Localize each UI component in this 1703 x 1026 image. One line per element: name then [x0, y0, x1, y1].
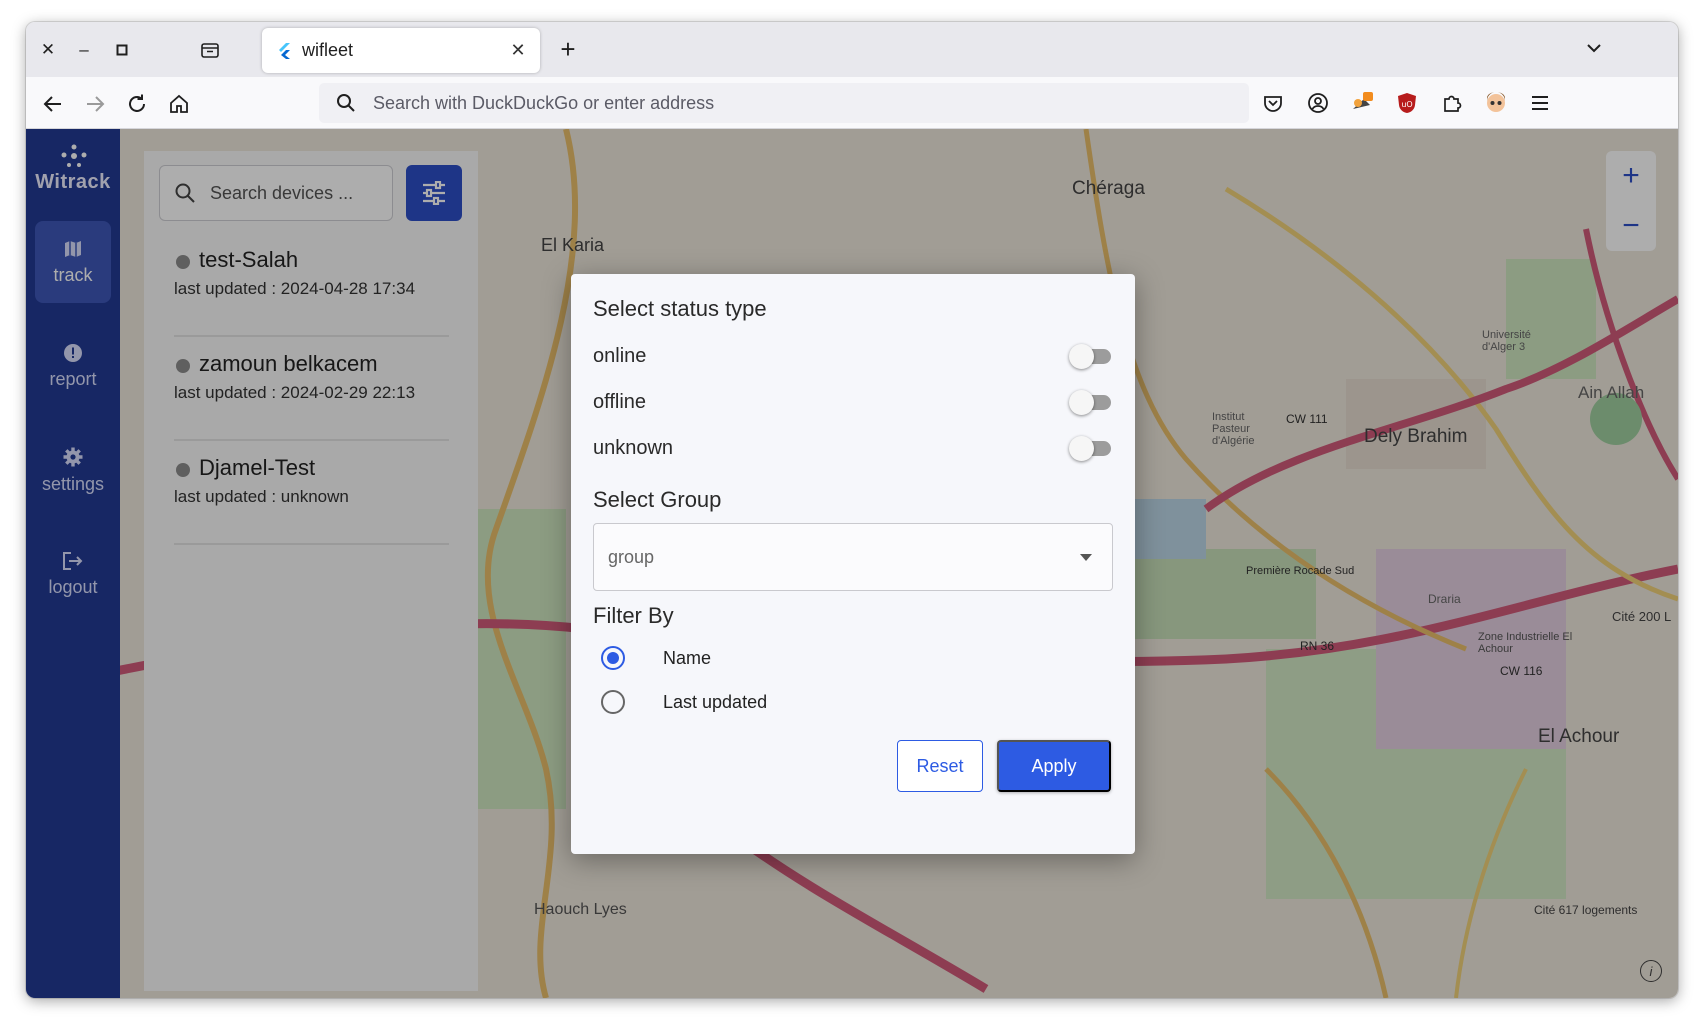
home-icon[interactable]	[164, 89, 194, 119]
filter-section-title: Filter By	[593, 603, 674, 628]
forward-icon[interactable]	[80, 89, 110, 119]
maximize-window-icon[interactable]	[110, 38, 134, 62]
browser-window: ✕ – wifleet ✕ + Search with DuckDuckGo o…	[26, 22, 1678, 998]
dialog-title: Select status type	[593, 296, 767, 321]
radio-label: Last updated	[663, 691, 768, 712]
close-window-icon[interactable]: ✕	[36, 38, 60, 62]
status-row-online: online	[593, 338, 1113, 374]
reset-button[interactable]: Reset	[897, 740, 983, 792]
status-label: unknown	[593, 436, 674, 459]
unknown-toggle[interactable]	[1069, 435, 1113, 461]
minimize-window-icon[interactable]: –	[72, 38, 96, 62]
new-tab-icon[interactable]: +	[554, 36, 582, 64]
extension-badge-icon[interactable]	[1348, 89, 1376, 117]
tab-wifleet[interactable]: wifleet ✕	[262, 28, 540, 73]
tab-title: wifleet	[302, 40, 354, 60]
tab-close-icon[interactable]: ✕	[506, 39, 530, 63]
group-select-value: group	[608, 546, 655, 567]
filter-dialog: Select status type online offline unknow…	[571, 274, 1135, 854]
tab-overview-icon[interactable]	[198, 38, 222, 62]
radio-name[interactable]	[601, 646, 625, 670]
address-bar[interactable]: Search with DuckDuckGo or enter address	[319, 83, 1249, 123]
radio-last-updated[interactable]	[601, 690, 625, 714]
account-icon[interactable]	[1304, 89, 1332, 117]
status-label: offline	[593, 390, 647, 413]
navigation-bar: Search with DuckDuckGo or enter address …	[26, 77, 1678, 129]
dropdown-arrow-icon	[1080, 553, 1092, 561]
status-label: online	[593, 344, 647, 367]
online-toggle[interactable]	[1069, 343, 1113, 369]
status-row-offline: offline	[593, 384, 1113, 420]
page-content: El Karia Chéraga Dely Brahim El Achour A…	[26, 129, 1678, 998]
apply-button[interactable]: Apply	[997, 740, 1111, 792]
filter-option-last-updated[interactable]: Last updated	[601, 690, 767, 714]
offline-toggle[interactable]	[1069, 389, 1113, 415]
group-section-title: Select Group	[593, 487, 722, 512]
list-all-tabs-icon[interactable]	[1584, 38, 1608, 62]
ublock-origin-icon[interactable]: uO	[1393, 89, 1421, 117]
back-icon[interactable]	[38, 89, 68, 119]
menu-hamburger-icon[interactable]	[1526, 89, 1554, 117]
status-row-unknown: unknown	[593, 430, 1113, 466]
search-icon	[335, 92, 357, 114]
filter-option-name[interactable]: Name	[601, 646, 711, 670]
radio-label: Name	[663, 647, 712, 668]
flutter-icon	[276, 42, 292, 59]
profile-avatar-icon[interactable]	[1482, 89, 1510, 117]
svg-text:uO: uO	[1401, 100, 1412, 109]
extensions-puzzle-icon[interactable]	[1438, 89, 1466, 117]
reload-icon[interactable]	[122, 89, 152, 119]
tab-strip: ✕ – wifleet ✕ +	[26, 22, 1678, 77]
pocket-icon[interactable]	[1259, 89, 1287, 117]
group-select[interactable]: group	[593, 523, 1113, 591]
address-placeholder: Search with DuckDuckGo or enter address	[373, 92, 715, 113]
